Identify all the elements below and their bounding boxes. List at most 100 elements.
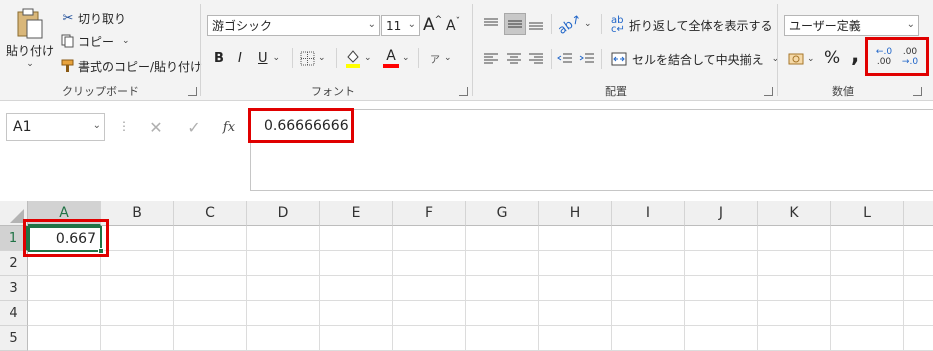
cell-i4[interactable]	[612, 301, 685, 326]
decrease-decimal-button[interactable]: .00 →.0	[898, 44, 922, 70]
cell-e2[interactable]	[320, 251, 393, 276]
cell-h3[interactable]	[539, 276, 612, 301]
active-cell-a1[interactable]: 0.667	[28, 226, 102, 252]
phonetic-button[interactable]: ア ⌄	[430, 48, 452, 68]
percent-style-button[interactable]: %	[824, 47, 840, 69]
cell-j5[interactable]	[685, 326, 758, 351]
cell-l2[interactable]	[831, 251, 904, 276]
cell-f3[interactable]	[393, 276, 466, 301]
cell-c4[interactable]	[174, 301, 247, 326]
cell-g2[interactable]	[466, 251, 539, 276]
cell-l5[interactable]	[831, 326, 904, 351]
bold-button[interactable]: B	[214, 49, 228, 67]
column-header-l[interactable]: L	[831, 201, 904, 226]
column-header-m[interactable]: M	[904, 201, 933, 226]
column-header-i[interactable]: I	[612, 201, 685, 226]
wrap-text-button[interactable]: ab c↵ 折り返して全体を表示する	[611, 16, 773, 35]
cell-j3[interactable]	[685, 276, 758, 301]
cell-d2[interactable]	[247, 251, 320, 276]
align-bottom-button[interactable]	[528, 15, 546, 33]
cell-k4[interactable]	[758, 301, 831, 326]
cell-g4[interactable]	[466, 301, 539, 326]
cell-a5[interactable]	[28, 326, 101, 351]
cell-b3[interactable]	[101, 276, 174, 301]
column-header-a[interactable]: A	[28, 201, 101, 226]
align-middle-button[interactable]	[504, 13, 526, 35]
column-header-j[interactable]: J	[685, 201, 758, 226]
alignment-dialog-launcher[interactable]	[764, 87, 773, 96]
cell-i1[interactable]	[612, 226, 685, 251]
orientation-button[interactable]: ab↗ ⌄	[555, 11, 591, 37]
cell-l1[interactable]	[831, 226, 904, 251]
grow-font-button[interactable]: A ^	[423, 14, 442, 36]
column-header-d[interactable]: D	[247, 201, 320, 226]
column-header-c[interactable]: C	[174, 201, 247, 226]
row-header-3[interactable]: 3	[0, 276, 28, 301]
underline-button[interactable]: U ⌄	[258, 49, 280, 67]
cell-c3[interactable]	[174, 276, 247, 301]
accounting-format-button[interactable]: ⌄	[788, 49, 815, 69]
font-name-select[interactable]: 游ゴシック ⌄	[207, 15, 380, 36]
column-header-g[interactable]: G	[466, 201, 539, 226]
cell-h5[interactable]	[539, 326, 612, 351]
copy-button[interactable]: コピー ⌄	[60, 32, 130, 50]
cell-g1[interactable]	[466, 226, 539, 251]
cell-e1[interactable]	[320, 226, 393, 251]
cell-k2[interactable]	[758, 251, 831, 276]
column-header-b[interactable]: B	[101, 201, 174, 226]
column-header-f[interactable]: F	[393, 201, 466, 226]
cell-d5[interactable]	[247, 326, 320, 351]
cell-i3[interactable]	[612, 276, 685, 301]
cell-j1[interactable]	[685, 226, 758, 251]
fill-color-button[interactable]: ⌄	[345, 47, 372, 69]
format-painter-button[interactable]: 書式のコピー/貼り付け	[60, 57, 202, 75]
row-header-4[interactable]: 4	[0, 301, 28, 326]
cell-e3[interactable]	[320, 276, 393, 301]
column-header-h[interactable]: H	[539, 201, 612, 226]
number-format-select[interactable]: ユーザー定義 ⌄	[784, 15, 919, 36]
cell-d3[interactable]	[247, 276, 320, 301]
align-left-button[interactable]	[483, 50, 501, 68]
cell-b4[interactable]	[101, 301, 174, 326]
confirm-entry-button[interactable]: ✓	[176, 113, 212, 141]
cell-f2[interactable]	[393, 251, 466, 276]
cell-b5[interactable]	[101, 326, 174, 351]
cell-g3[interactable]	[466, 276, 539, 301]
align-right-button[interactable]	[528, 50, 546, 68]
number-dialog-launcher[interactable]	[913, 87, 922, 96]
merge-center-button[interactable]: セルを結合して中央揃え ⌄	[611, 50, 779, 68]
cell-e4[interactable]	[320, 301, 393, 326]
cell-m5[interactable]	[904, 326, 933, 351]
cell-m4[interactable]	[904, 301, 933, 326]
cell-d4[interactable]	[247, 301, 320, 326]
cell-l3[interactable]	[831, 276, 904, 301]
cell-a3[interactable]	[28, 276, 101, 301]
cell-a4[interactable]	[28, 301, 101, 326]
clipboard-dialog-launcher[interactable]	[188, 87, 197, 96]
cell-m1[interactable]	[904, 226, 933, 251]
cut-button[interactable]: ✂ 切り取り	[60, 9, 126, 27]
paste-button[interactable]: 貼り付け ⌄	[6, 8, 54, 74]
font-size-select[interactable]: 11 ⌄	[381, 15, 420, 36]
cell-l4[interactable]	[831, 301, 904, 326]
formula-bar-grip[interactable]: ⋮	[118, 119, 130, 133]
row-header-1[interactable]: 1	[0, 226, 28, 251]
cell-h4[interactable]	[539, 301, 612, 326]
cell-m3[interactable]	[904, 276, 933, 301]
cell-k5[interactable]	[758, 326, 831, 351]
column-header-k[interactable]: K	[758, 201, 831, 226]
cell-b2[interactable]	[101, 251, 174, 276]
cell-m2[interactable]	[904, 251, 933, 276]
cell-g5[interactable]	[466, 326, 539, 351]
align-center-button[interactable]	[506, 50, 524, 68]
increase-decimal-button[interactable]: ←.0 .00	[872, 44, 896, 70]
cell-h2[interactable]	[539, 251, 612, 276]
font-dialog-launcher[interactable]	[459, 87, 468, 96]
fill-handle[interactable]	[98, 248, 104, 254]
name-box[interactable]: A1 ⌄	[6, 113, 105, 141]
cell-i5[interactable]	[612, 326, 685, 351]
cell-f1[interactable]	[393, 226, 466, 251]
align-top-button[interactable]	[483, 15, 501, 33]
select-all-corner[interactable]	[0, 201, 28, 226]
cell-j4[interactable]	[685, 301, 758, 326]
